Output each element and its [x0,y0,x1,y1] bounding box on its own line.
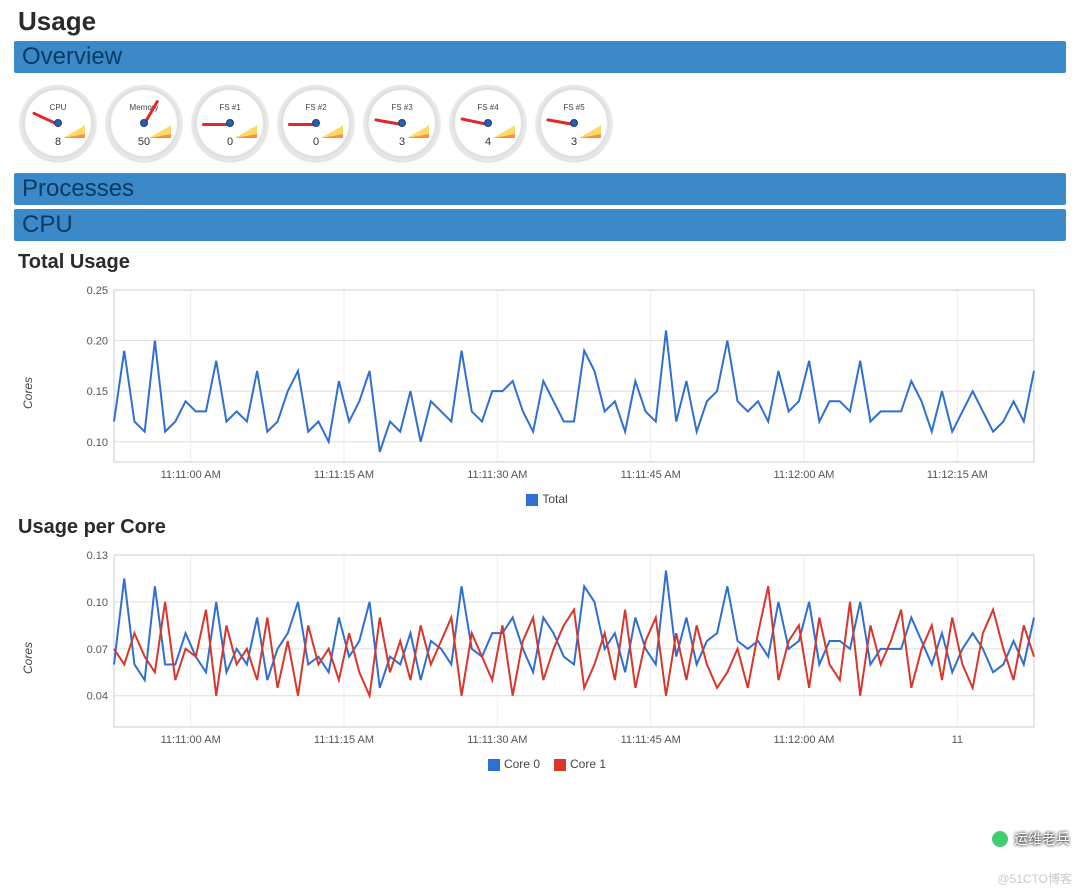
gauge-fs-1[interactable]: FS #1 0 [192,85,268,161]
gauge-label: FS #2 [281,103,351,112]
gauge-value: 0 [281,136,351,148]
svg-text:11:11:00 AM: 11:11:00 AM [161,469,221,481]
svg-text:11:11:15 AM: 11:11:15 AM [314,734,374,746]
svg-text:0.15: 0.15 [87,386,108,398]
section-bar-label: Overview [22,43,122,70]
svg-text:11:12:15 AM: 11:12:15 AM [927,469,988,481]
gauge-label: FS #5 [539,103,609,112]
svg-text:11:11:30 AM: 11:11:30 AM [467,469,527,481]
gauge-value: 3 [367,136,437,148]
gauge-cpu[interactable]: CPU8 [20,85,96,161]
svg-text:0.20: 0.20 [87,336,108,348]
watermark-text: 运维老兵 [1014,829,1070,849]
watermark-icon [992,831,1008,847]
chart-total-usage: Cores 0.10 0.15 0.20 0.25 11:11:00 AM 11:11:1… [14,280,1066,506]
svg-text:11:11:45 AM: 11:11:45 AM [621,469,681,481]
page-title: Usage [18,6,1066,37]
section-bar-processes[interactable]: Processes [14,173,1066,205]
svg-text:0.10: 0.10 [87,597,108,609]
gauge-fs-4[interactable]: FS #4 4 [450,85,526,161]
gauge-fs-5[interactable]: FS #5 3 [536,85,612,161]
chart-title-total: Total Usage [18,251,1066,274]
gauge-value: 3 [539,136,609,148]
gauge-label: Memory [109,103,179,112]
y-axis-label: Cores [21,642,35,674]
gauge-memory[interactable]: Memory 50 [106,85,182,161]
svg-text:11:12:00 AM: 11:12:00 AM [774,734,835,746]
section-bar-label: CPU [22,211,73,238]
svg-text:0.13: 0.13 [87,550,108,562]
svg-text:0.10: 0.10 [87,437,108,449]
svg-text:11:11:45 AM: 11:11:45 AM [621,734,681,746]
gauge-label: FS #3 [367,103,437,112]
gauge-value: 50 [109,136,179,148]
gauge-fs-3[interactable]: FS #3 3 [364,85,440,161]
gauge-label: FS #1 [195,103,265,112]
y-axis-label: Cores [21,377,35,409]
svg-text:11: 11 [952,734,963,746]
watermark: 运维老兵 [992,829,1070,849]
gauge-label: FS #4 [453,103,523,112]
section-bar-cpu[interactable]: CPU [14,209,1066,241]
chart-usage-per-core: Cores 0.04 0.07 0.10 0.13 11:11:00 AM 11:11:1… [14,545,1066,771]
gauge-value: 4 [453,136,523,148]
svg-text:0.04: 0.04 [87,691,108,703]
section-bar-label: Processes [22,175,134,202]
svg-text:11:11:00 AM: 11:11:00 AM [161,734,221,746]
svg-text:0.07: 0.07 [87,644,108,656]
svg-text:11:12:00 AM: 11:12:00 AM [774,469,835,481]
gauge-value: 8 [23,136,93,148]
chart-title-percore: Usage per Core [18,516,1066,539]
svg-text:0.25: 0.25 [87,285,108,297]
svg-text:11:11:30 AM: 11:11:30 AM [467,734,527,746]
gauge-fs-2[interactable]: FS #2 0 [278,85,354,161]
svg-text:11:11:15 AM: 11:11:15 AM [314,469,374,481]
gauges-row: CPU8Memory50FS #10FS #20FS #33FS #44FS #… [14,77,1066,169]
section-bar-overview[interactable]: Overview [14,41,1066,73]
chart-legend: Core 0Core 1 [14,757,1066,771]
footer-watermark: @51CTO博客 [997,870,1072,887]
chart-legend: Total [14,492,1066,506]
gauge-value: 0 [195,136,265,148]
